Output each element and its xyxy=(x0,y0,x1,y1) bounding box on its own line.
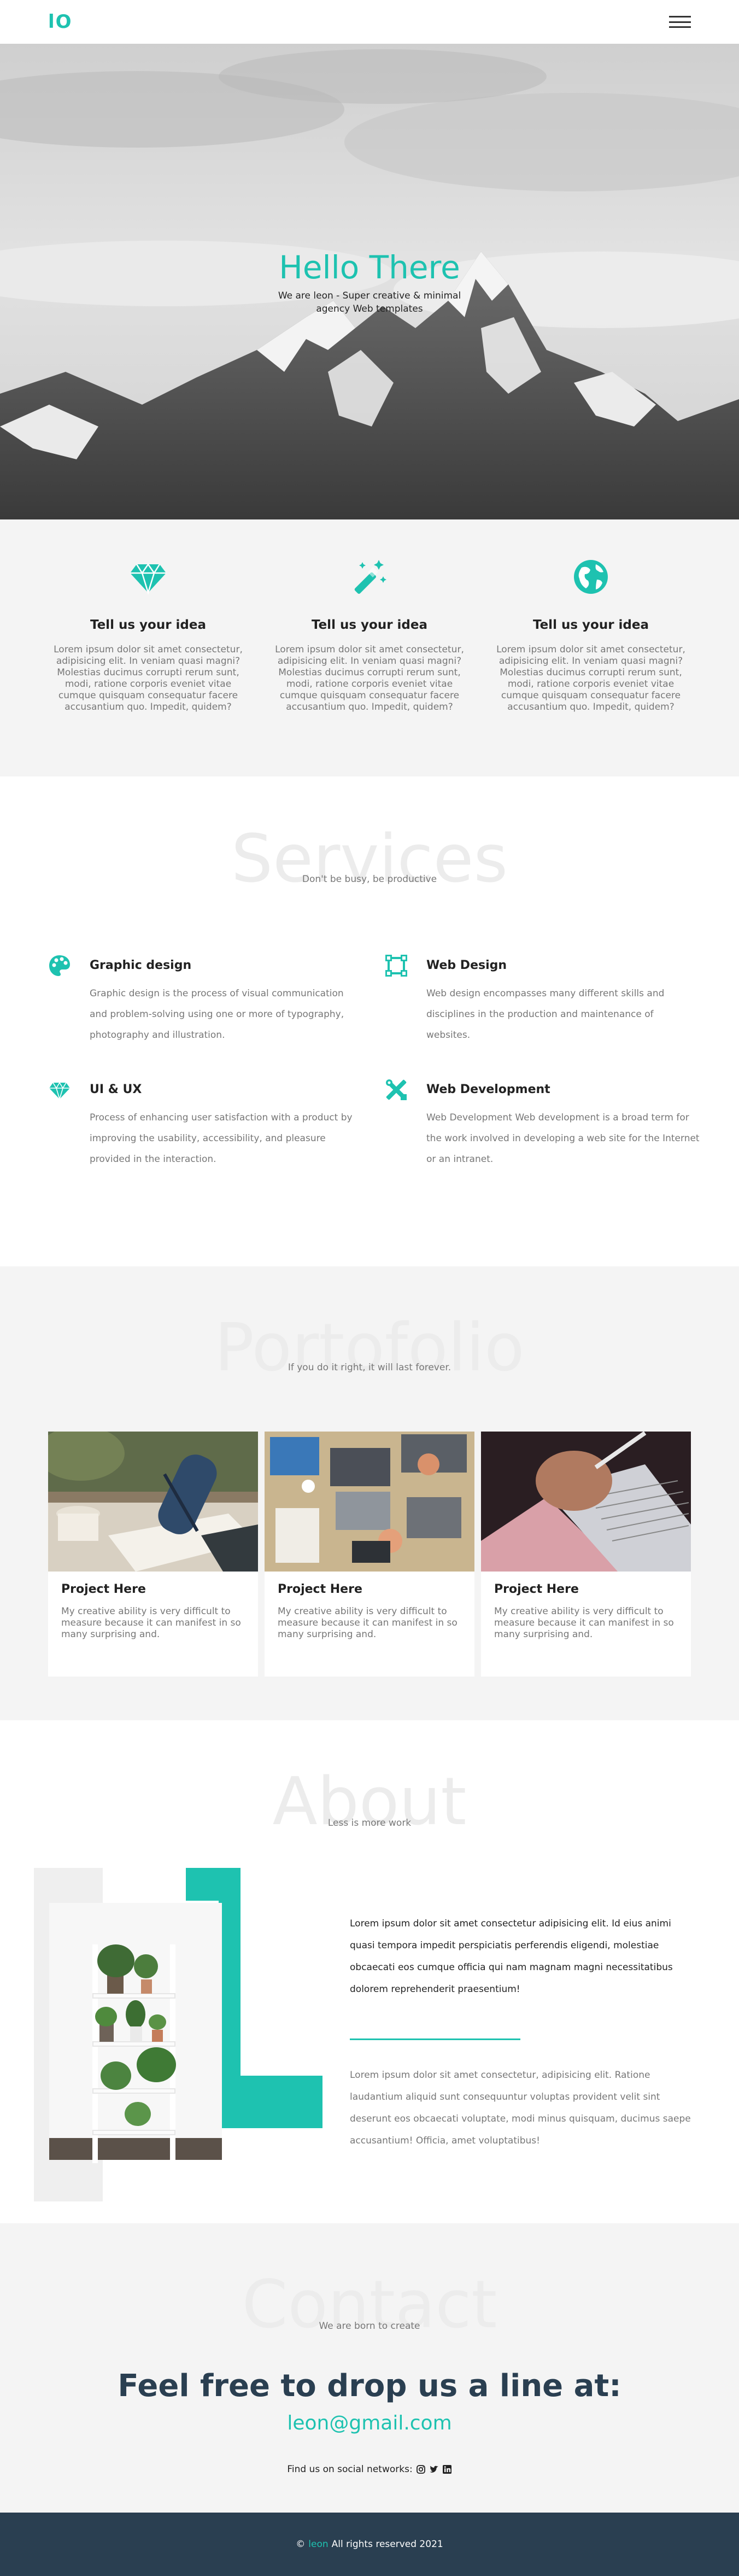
divider xyxy=(350,2038,520,2040)
copyright-symbol: © xyxy=(296,2539,306,2550)
social-links: Find us on social networks: xyxy=(0,2464,739,2475)
section-subheading: We are born to create xyxy=(319,2321,420,2332)
service-title: Web Development xyxy=(426,1083,550,1096)
hero-subtitle: We are leon - Super creative & minimal a… xyxy=(278,290,461,314)
footer-brand-link[interactable]: leon xyxy=(308,2539,328,2550)
navbar: lO xyxy=(0,0,739,44)
project-image-document xyxy=(481,1432,691,1572)
service-text: Process of enhancing user satisfaction w… xyxy=(90,1112,353,1165)
feature-title: Tell us your idea xyxy=(90,618,207,632)
about-text: Lorem ipsum dolor sit amet consectetur, … xyxy=(350,2070,691,2146)
section-subheading: Less is more work xyxy=(327,1818,412,1829)
diamond-icon xyxy=(49,1082,70,1101)
hero-section: Hello There We are leon - Super creative… xyxy=(0,44,739,519)
features-section: Tell us your idea Lorem ipsum dolor sit … xyxy=(0,519,739,776)
services-section: Services Don't be busy, be productive Gr… xyxy=(0,776,739,1266)
magic-wand-icon xyxy=(354,560,386,594)
feature-text: Lorem ipsum dolor sit amet consectetur, … xyxy=(275,644,464,712)
about-section: About Less is more work Lorem ipsum dolo… xyxy=(0,1720,739,2223)
service-item: Graphic design Graphic design is the pro… xyxy=(48,954,363,1045)
project-text: My creative ability is very difficult to… xyxy=(61,1606,241,1640)
social-label: Find us on social networks: xyxy=(287,2464,413,2475)
linkedin-icon[interactable] xyxy=(442,2464,452,2474)
project-title: Project Here xyxy=(494,1582,579,1596)
feature-title: Tell us your idea xyxy=(532,618,649,632)
about-illustration xyxy=(34,1868,322,2201)
feature-text: Lorem ipsum dolor sit amet consectetur, … xyxy=(54,644,243,712)
service-item: Web Design Web design encompasses many d… xyxy=(385,954,700,1045)
project-card[interactable]: Project Here My creative ability is very… xyxy=(481,1432,691,1677)
portfolio-section: Portofolio If you do it right, it will l… xyxy=(0,1266,739,1720)
footer-rights: All rights reserved 2021 xyxy=(331,2539,443,2550)
service-title: UI & UX xyxy=(90,1083,142,1096)
section-subheading: If you do it right, it will last forever… xyxy=(288,1362,451,1373)
feature-card: Tell us your idea Lorem ipsum dolor sit … xyxy=(48,558,248,776)
hero-title: Hello There xyxy=(279,249,460,286)
contact-lead: Feel free to drop us a line at: xyxy=(118,2368,621,2404)
instagram-icon[interactable] xyxy=(416,2464,426,2474)
feature-title: Tell us your idea xyxy=(311,618,428,632)
vector-square-icon xyxy=(385,955,407,977)
project-card[interactable]: Project Here My creative ability is very… xyxy=(265,1432,474,1677)
project-image-notebook xyxy=(48,1432,258,1572)
about-lead: Lorem ipsum dolor sit amet consectetur a… xyxy=(350,1918,673,1995)
project-image-desk xyxy=(265,1432,474,1572)
diamond-icon xyxy=(130,563,166,595)
contact-section: Contact We are born to create Feel free … xyxy=(0,2223,739,2513)
feature-text: Lorem ipsum dolor sit amet consectetur, … xyxy=(496,644,685,712)
service-text: Graphic design is the process of visual … xyxy=(90,988,344,1041)
service-title: Web Design xyxy=(426,959,507,972)
feature-card: Tell us your idea Lorem ipsum dolor sit … xyxy=(269,558,470,776)
feature-card: Tell us your idea Lorem ipsum dolor sit … xyxy=(491,558,691,776)
project-title: Project Here xyxy=(278,1582,362,1596)
contact-email-link[interactable]: leon@gmail.com xyxy=(0,2412,739,2434)
project-card[interactable]: Project Here My creative ability is very… xyxy=(48,1432,258,1677)
section-heading: About xyxy=(272,1764,467,1840)
footer: © leon All rights reserved 2021 xyxy=(0,2513,739,2576)
palette-icon xyxy=(49,955,70,976)
project-text: My creative ability is very difficult to… xyxy=(278,1606,458,1640)
section-heading: Contact xyxy=(242,2267,497,2343)
globe-icon xyxy=(574,560,608,594)
section-heading: Services xyxy=(231,821,508,897)
service-text: Web design encompasses many different sk… xyxy=(426,988,665,1041)
tools-icon xyxy=(386,1079,407,1100)
section-subheading: Don't be busy, be productive xyxy=(302,874,437,885)
project-text: My creative ability is very difficult to… xyxy=(494,1606,674,1640)
section-heading: Portofolio xyxy=(214,1310,525,1386)
project-title: Project Here xyxy=(61,1582,146,1596)
service-title: Graphic design xyxy=(90,959,192,972)
service-item: Web Development Web Development Web deve… xyxy=(385,1078,700,1170)
menu-icon[interactable] xyxy=(669,16,691,28)
logo[interactable]: lO xyxy=(48,11,73,33)
service-text: Web Development Web development is a bro… xyxy=(426,1112,700,1165)
service-item: UI & UX Process of enhancing user satisf… xyxy=(48,1078,363,1170)
twitter-icon[interactable] xyxy=(429,2464,439,2474)
